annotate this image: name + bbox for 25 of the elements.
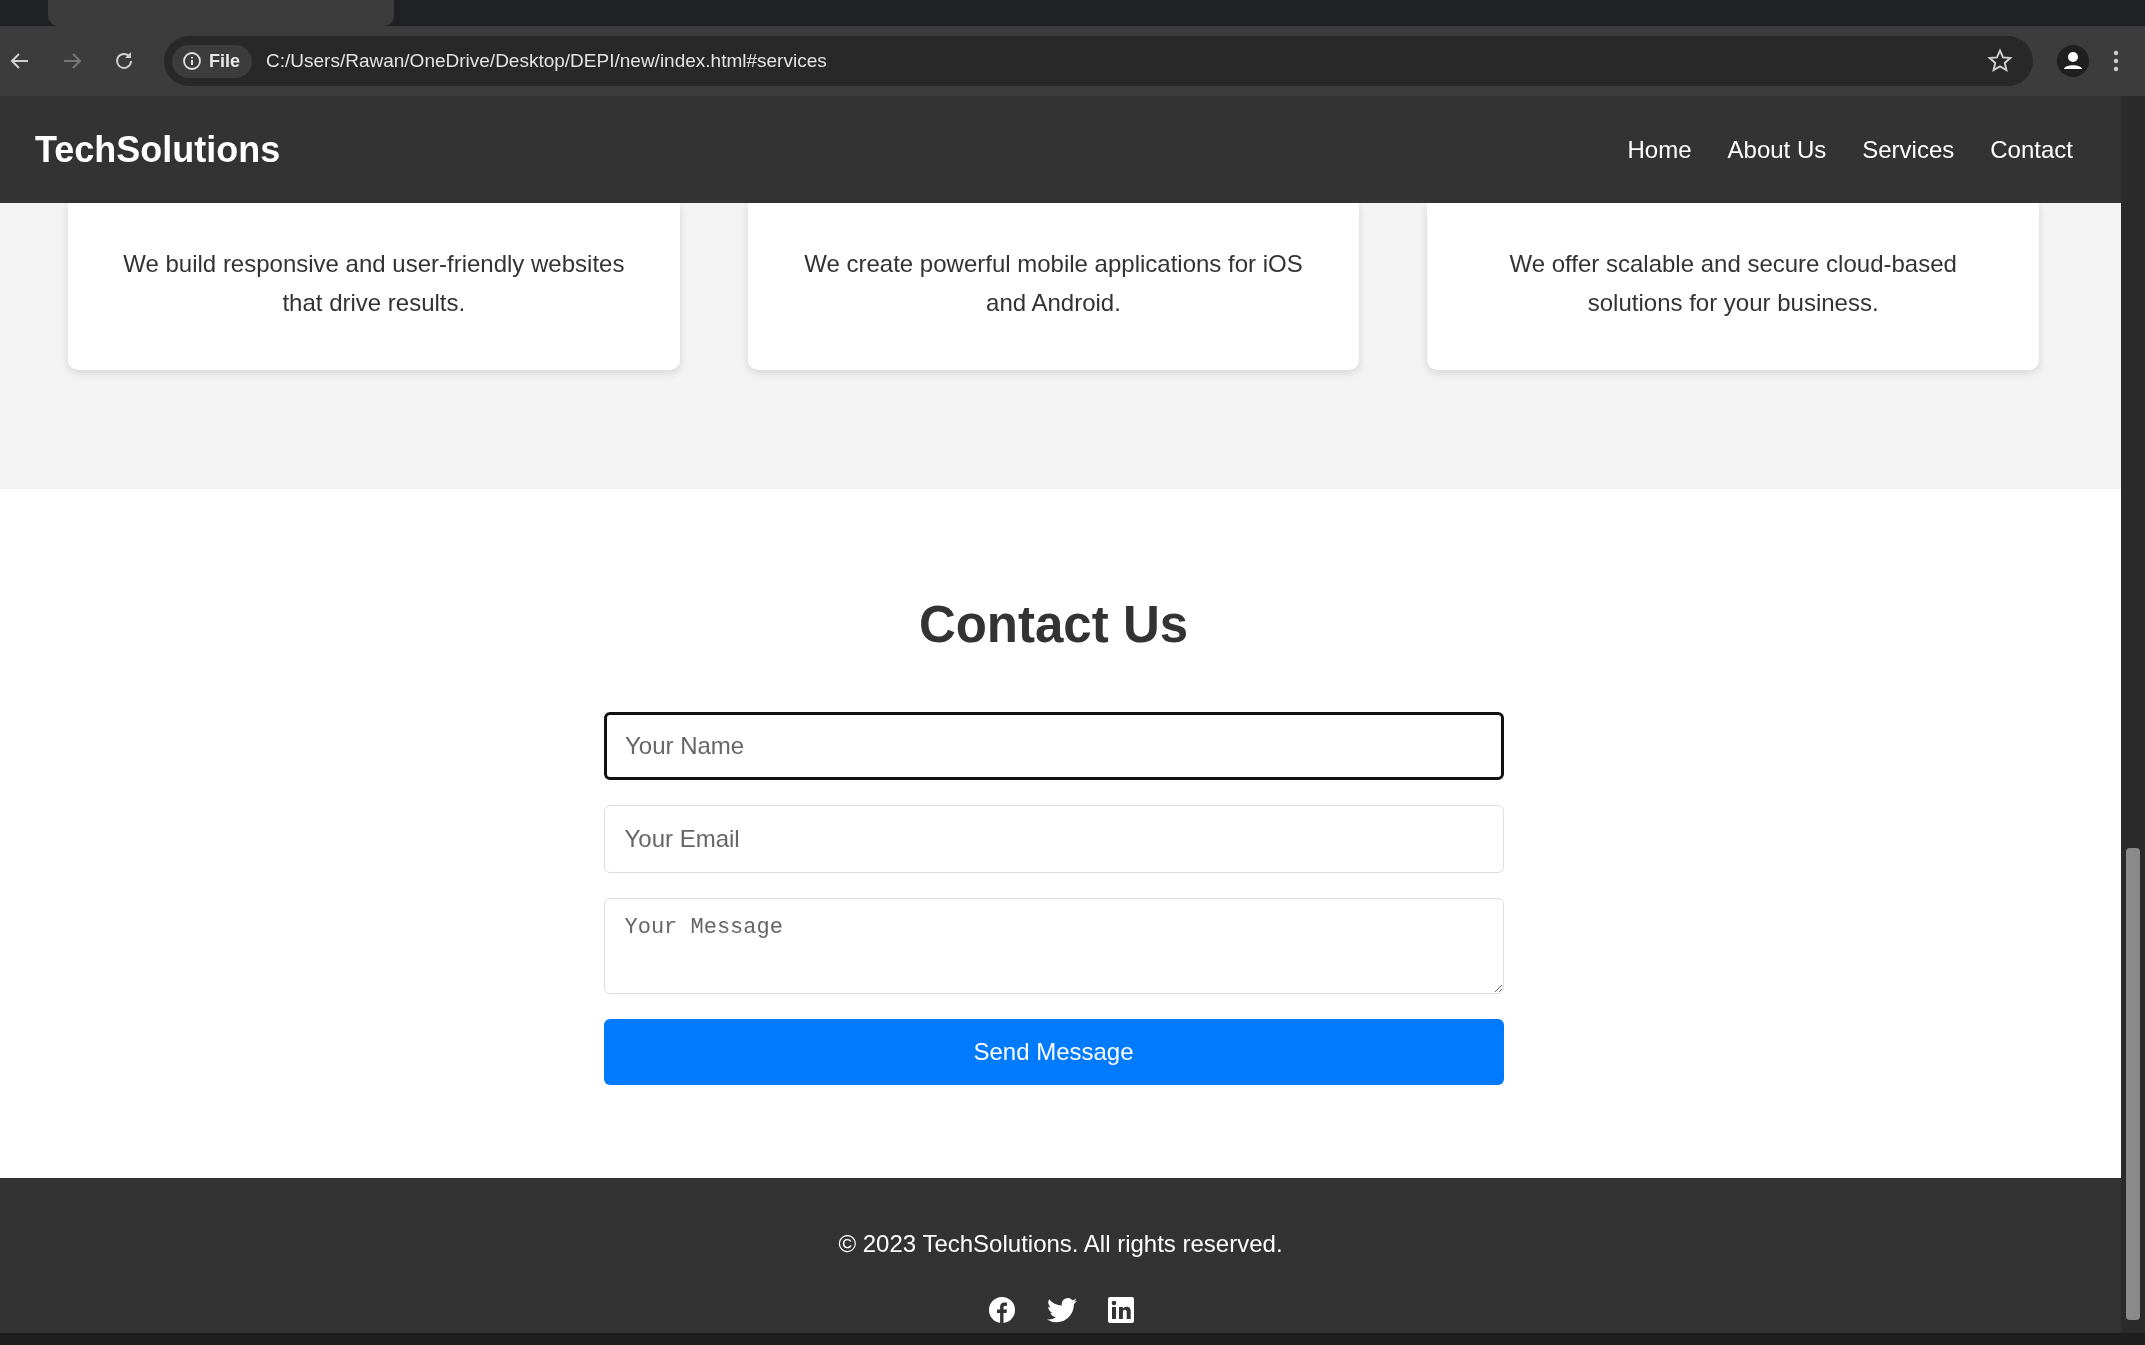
url-text: C:/Users/Rawan/OneDrive/Desktop/DEPI/new/index.html#services: [266, 50, 828, 72]
service-description: We create powerful mobile applications for iOS and Android.: [803, 249, 1304, 318]
site-info-chip[interactable]: File: [172, 44, 252, 78]
service-description: We build responsive and user-friendly websites that drive results.: [122, 249, 626, 318]
bird-icon[interactable]: [1046, 1297, 1077, 1323]
send-button[interactable]: Send Message: [603, 1019, 1504, 1085]
facebook-icon[interactable]: [987, 1296, 1016, 1324]
copyright-text: © 2023 TechSolutions. All rights reserved.: [838, 1230, 1283, 1258]
menu-icon[interactable]: [2113, 50, 2119, 72]
nav-link[interactable]: Contact: [1990, 135, 2073, 164]
star-icon[interactable]: [1987, 48, 2013, 74]
nav-link[interactable]: Home: [1627, 135, 1692, 164]
scrollbar[interactable]: [2121, 96, 2145, 1333]
nav-link[interactable]: About Us: [1727, 135, 1827, 164]
brand-logo[interactable]: TechSolutions: [35, 128, 281, 171]
section-title: Contact Us: [918, 599, 1189, 650]
profile-icon[interactable]: [2057, 45, 2089, 77]
info-icon: [182, 51, 202, 71]
input-field[interactable]: Your Name: [603, 712, 1504, 780]
nav-link[interactable]: Services: [1862, 135, 1955, 164]
address-bar[interactable]: File C:/Users/Rawan/OneDrive/Desktop/DEPI/new/index.html#services: [164, 36, 2033, 86]
chip-label: File: [209, 50, 240, 72]
linkedin-icon[interactable]: [1107, 1297, 1134, 1323]
message-field[interactable]: Your Message: [603, 898, 1504, 994]
service-description: We offer scalable and secure cloud-based solutions for your business.: [1508, 249, 1958, 318]
